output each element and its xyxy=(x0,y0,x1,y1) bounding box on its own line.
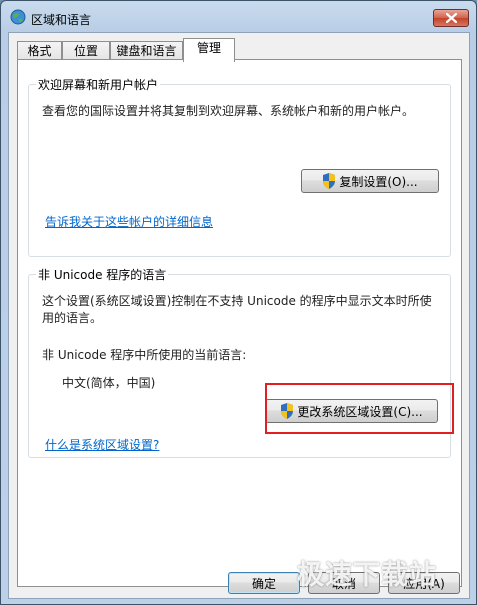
current-language-label: 非 Unicode 程序中所使用的当前语言: xyxy=(42,348,247,362)
copy-settings-label: 复制设置(O)... xyxy=(339,174,418,189)
title-bar[interactable]: 区域和语言 xyxy=(1,1,476,33)
accounts-details-link[interactable]: 告诉我关于这些帐户的详细信息 xyxy=(45,213,213,230)
welcome-group-label: 欢迎屏幕和新用户帐户 xyxy=(36,76,161,93)
non-unicode-group-label: 非 Unicode 程序的语言 xyxy=(36,266,169,283)
welcome-description: 查看您的国际设置并将其复制到欢迎屏幕、系统帐户和新的用户帐户。 xyxy=(42,104,415,118)
tab-location[interactable]: 位置 xyxy=(62,41,110,61)
close-icon xyxy=(445,13,457,23)
close-button[interactable] xyxy=(433,9,469,27)
dialog-window: 区域和语言 格式 位置 键盘和语言 管理 欢迎屏幕和新用户帐户 查看您的国际设置… xyxy=(0,0,477,605)
tab-administrative[interactable]: 管理 xyxy=(183,38,235,62)
uac-shield-icon xyxy=(323,173,336,189)
tab-keyboards-languages[interactable]: 键盘和语言 xyxy=(110,41,183,61)
annotation-highlight-box xyxy=(265,383,454,434)
tab-panel-administrative: 欢迎屏幕和新用户帐户 查看您的国际设置并将其复制到欢迎屏幕、系统帐户和新的用户帐… xyxy=(17,59,462,587)
non-unicode-description-line2: 用的语言。 xyxy=(42,311,103,325)
dialog-client-area: 格式 位置 键盘和语言 管理 欢迎屏幕和新用户帐户 查看您的国际设置并将其复制到… xyxy=(8,32,470,599)
tab-formats[interactable]: 格式 xyxy=(17,41,62,61)
ok-button[interactable]: 确定 xyxy=(228,572,300,594)
window-title: 区域和语言 xyxy=(31,13,92,27)
what-is-system-locale-link[interactable]: 什么是系统区域设置? xyxy=(45,436,159,453)
welcome-screen-group: 欢迎屏幕和新用户帐户 查看您的国际设置并将其复制到欢迎屏幕、系统帐户和新的用户帐… xyxy=(28,76,451,257)
non-unicode-description-line1: 这个设置(系统区域设置)控制在不支持 Unicode 的程序中显示文本时所使 xyxy=(42,294,432,308)
copy-settings-button[interactable]: 复制设置(O)... xyxy=(301,169,439,193)
current-language-value: 中文(简体，中国) xyxy=(62,376,156,390)
watermark-text: 极速下载站 xyxy=(297,560,437,591)
globe-icon xyxy=(10,9,26,25)
